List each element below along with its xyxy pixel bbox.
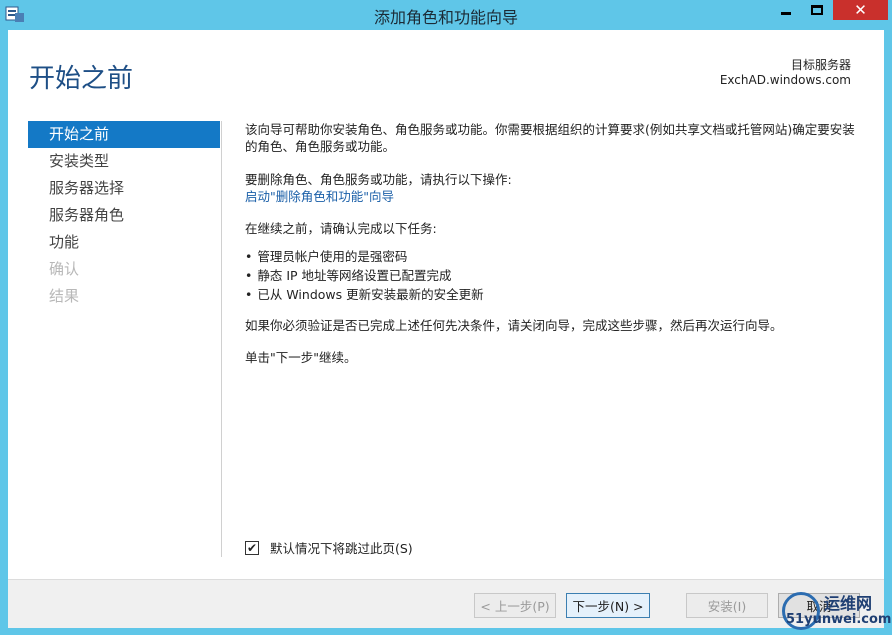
list-item: 已从 Windows 更新安装最新的安全更新 bbox=[245, 285, 483, 304]
button-bar: < 上一步(P) 下一步(N) > 安装(I) 取消 bbox=[8, 579, 884, 628]
list-item: 管理员帐户使用的是强密码 bbox=[245, 247, 484, 266]
nav-item-server-selection[interactable]: 服务器选择 bbox=[28, 175, 220, 202]
target-server-label: 目标服务器 bbox=[790, 58, 851, 72]
nav-item-installation-type[interactable]: 安装类型 bbox=[28, 148, 220, 175]
list-item: 静态 IP 地址等网络设置已配置完成 bbox=[245, 266, 484, 285]
click-next-text: 单击"下一步"继续。 bbox=[245, 350, 357, 365]
title-bar[interactable]: 添加角色和功能向导 ✕ bbox=[0, 0, 892, 30]
remove-roles-wizard-link[interactable]: 启动"删除角色和功能"向导 bbox=[245, 188, 394, 205]
install-button: 安装(I) bbox=[686, 593, 768, 618]
close-icon: ✕ bbox=[854, 1, 867, 19]
skip-page-label[interactable]: 默认情况下将跳过此页(S) bbox=[270, 538, 413, 557]
nav-item-before-you-begin[interactable]: 开始之前 bbox=[28, 121, 220, 148]
before-continue-text: 在继续之前，请确认完成以下任务: bbox=[245, 221, 437, 236]
checkmark-icon: ✔ bbox=[246, 540, 258, 555]
nav-item-results: 结果 bbox=[49, 287, 80, 305]
skip-page-option[interactable]: ✔ 默认情况下将跳过此页(S) bbox=[245, 538, 413, 557]
wizard-window: 添加角色和功能向导 ✕ 开始之前 目标服务器 ExchAD.windows.co… bbox=[0, 0, 892, 635]
skip-page-checkbox[interactable]: ✔ bbox=[245, 540, 259, 555]
remove-prompt-text: 要删除角色、角色服务或功能，请执行以下操作: bbox=[245, 172, 512, 187]
prerequisite-task-list: 管理员帐户使用的是强密码 静态 IP 地址等网络设置已配置完成 已从 Windo… bbox=[245, 247, 484, 304]
maximize-icon bbox=[811, 5, 823, 15]
cancel-button[interactable]: 取消 bbox=[778, 593, 860, 618]
wizard-client-area: 开始之前 目标服务器 ExchAD.windows.com 开始之前 安装类型 … bbox=[8, 30, 884, 628]
page-title: 开始之前 bbox=[29, 64, 134, 94]
next-button[interactable]: 下一步(N) > bbox=[566, 593, 650, 618]
verify-note-text: 如果你必须验证是否已完成上述任何先决条件，请关闭向导，完成这些步骤，然后再次运行… bbox=[245, 318, 783, 333]
wizard-nav: 开始之前 安装类型 服务器选择 服务器角色 功能 确认 结果 bbox=[28, 121, 220, 310]
previous-button: < 上一步(P) bbox=[474, 593, 556, 618]
window-title: 添加角色和功能向导 bbox=[373, 8, 518, 27]
target-server-name: ExchAD.windows.com bbox=[719, 73, 851, 87]
nav-item-server-roles[interactable]: 服务器角色 bbox=[28, 202, 220, 229]
close-button[interactable]: ✕ bbox=[833, 0, 888, 20]
nav-divider bbox=[221, 121, 222, 557]
nav-item-features[interactable]: 功能 bbox=[28, 229, 220, 256]
minimize-icon bbox=[781, 12, 791, 15]
nav-item-confirmation: 确认 bbox=[49, 260, 80, 278]
intro-text: 该向导可帮助你安装角色、角色服务或功能。你需要根据组织的计算要求(例如共享文档或… bbox=[245, 122, 855, 154]
minimize-button[interactable] bbox=[771, 0, 801, 20]
maximize-button[interactable] bbox=[802, 0, 832, 20]
